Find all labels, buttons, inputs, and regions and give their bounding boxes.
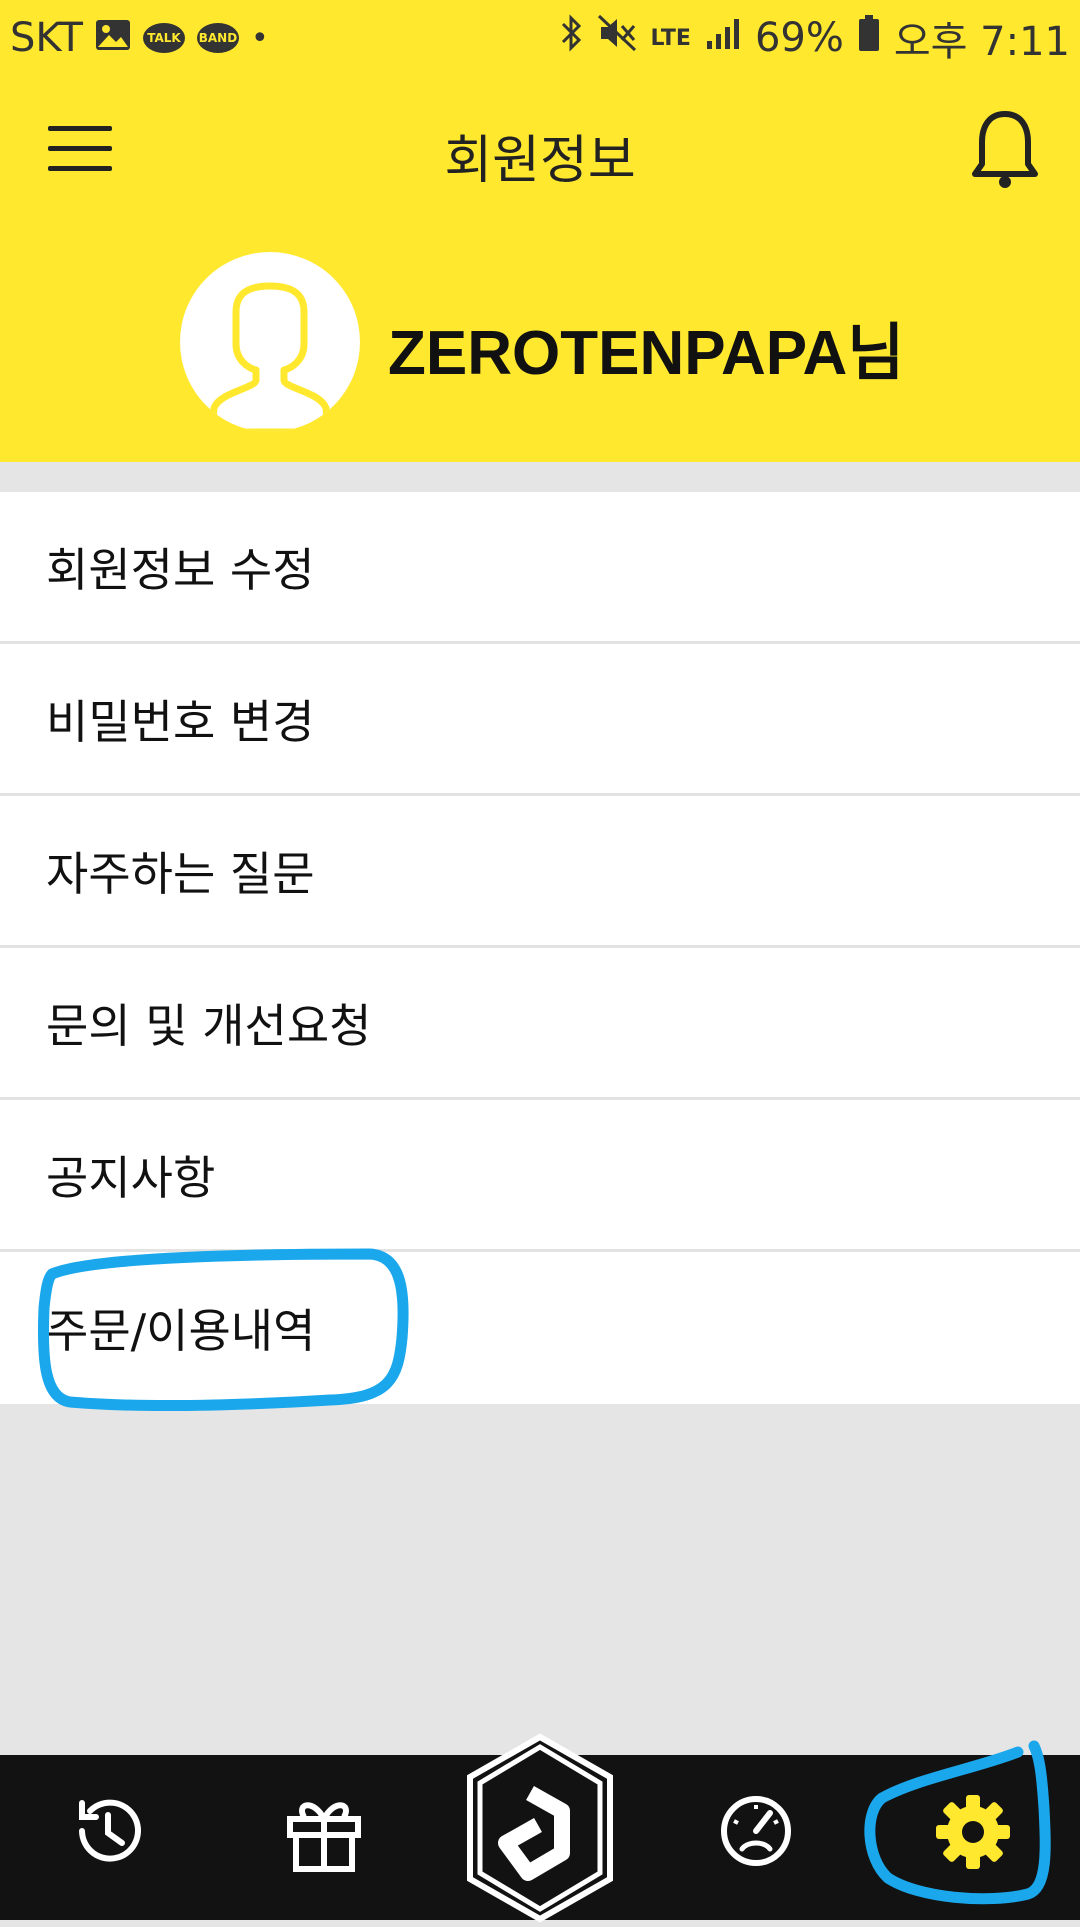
notification-bell-icon[interactable]: [970, 106, 1040, 196]
menu-item-inquiry[interactable]: 문의 및 개선요청: [0, 948, 1080, 1100]
bluetooth-icon: [559, 14, 583, 62]
menu-item-edit-profile[interactable]: 회원정보 수정: [0, 492, 1080, 644]
menu-item-label: 공지사항: [46, 1150, 216, 1205]
app-logo-icon[interactable]: [466, 1733, 614, 1927]
avatar[interactable]: [180, 252, 360, 432]
carrier-label: SKT: [10, 15, 83, 61]
history-icon[interactable]: [68, 1791, 148, 1875]
gallery-icon: [95, 15, 131, 61]
menu-item-label: 문의 및 개선요청: [46, 998, 372, 1053]
dot-icon: •: [250, 20, 269, 56]
gift-icon[interactable]: [284, 1793, 364, 1877]
menu-item-label: 비밀번호 변경: [46, 694, 315, 749]
network-label: LTE: [650, 25, 691, 51]
bottom-navigation: [0, 1733, 1080, 1923]
signal-icon: [705, 15, 741, 61]
kakaotalk-icon: TALK: [142, 23, 185, 53]
user-name: ZEROTENPAPA님: [388, 319, 905, 388]
user-silhouette-icon: [208, 282, 332, 432]
menu-item-notices[interactable]: 공지사항: [0, 1100, 1080, 1252]
menu-item-label: 회원정보 수정: [46, 542, 315, 597]
band-icon: BAND: [196, 23, 239, 53]
menu-item-order-history[interactable]: 주문/이용내역: [0, 1252, 1080, 1404]
menu-item-change-password[interactable]: 비밀번호 변경: [0, 644, 1080, 796]
battery-icon: [858, 14, 880, 62]
clock-label: 오후 7:11: [893, 19, 1070, 65]
mute-icon: [597, 14, 637, 62]
menu-item-faq[interactable]: 자주하는 질문: [0, 796, 1080, 948]
profile-header: 회원정보 ZEROTENPAPA님: [0, 76, 1080, 462]
account-menu-list: 회원정보 수정 비밀번호 변경 자주하는 질문 문의 및 개선요청 공지사항 주…: [0, 492, 1080, 1404]
menu-item-label: 주문/이용내역: [46, 1304, 316, 1358]
battery-percent: 69%: [754, 15, 844, 61]
menu-item-label: 자주하는 질문: [46, 846, 315, 901]
settings-icon[interactable]: [934, 1793, 1012, 1875]
speedometer-icon[interactable]: [716, 1791, 796, 1875]
status-bar: SKT TALK BAND • LTE 69% 오후 7:11: [0, 0, 1080, 76]
page-title: 회원정보: [444, 131, 636, 191]
